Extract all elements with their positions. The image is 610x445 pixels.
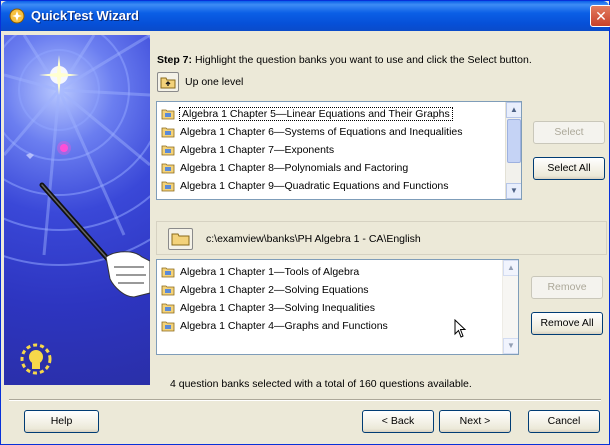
question-bank-icon (161, 145, 175, 156)
list-item[interactable]: Algebra 1 Chapter 4—Graphs and Functions (161, 318, 388, 334)
help-button[interactable]: Help (24, 410, 99, 433)
select-all-button[interactable]: Select All (533, 157, 605, 180)
browse-folder-button[interactable] (168, 228, 193, 250)
list-item-label: Algebra 1 Chapter 3—Solving Inequalities (180, 302, 375, 314)
close-icon[interactable]: ✕ (590, 5, 610, 27)
step-instruction: Step 7: Highlight the question banks you… (157, 54, 532, 66)
next-button[interactable]: Next > (439, 410, 511, 433)
list-item[interactable]: Algebra 1 Chapter 1—Tools of Algebra (161, 264, 359, 280)
selected-banks-list[interactable]: Algebra 1 Chapter 1—Tools of Algebra Alg… (156, 259, 519, 355)
question-bank-icon (161, 163, 175, 174)
list-item-label: Algebra 1 Chapter 4—Graphs and Functions (180, 320, 388, 332)
list-item[interactable]: Algebra 1 Chapter 5—Linear Equations and… (161, 106, 453, 122)
title-bar[interactable]: QuickTest Wizard ✕ (1, 1, 610, 31)
list-item[interactable]: Algebra 1 Chapter 9—Quadratic Equations … (161, 178, 449, 194)
available-banks-list[interactable]: Algebra 1 Chapter 5—Linear Equations and… (156, 101, 522, 200)
window-title: QuickTest Wizard (31, 8, 139, 23)
scroll-down-icon[interactable]: ▼ (506, 183, 521, 199)
list-item[interactable]: Algebra 1 Chapter 2—Solving Equations (161, 282, 369, 298)
list-item-label: Algebra 1 Chapter 9—Quadratic Equations … (180, 180, 449, 192)
folder-icon (171, 233, 190, 246)
list-item-label: Algebra 1 Chapter 5—Linear Equations and… (179, 107, 453, 121)
remove-all-button[interactable]: Remove All (531, 312, 603, 335)
scroll-down-icon[interactable]: ▼ (503, 338, 518, 354)
list-item[interactable]: Algebra 1 Chapter 6—Systems of Equations… (161, 124, 463, 140)
folder-up-icon (160, 77, 176, 89)
list-item[interactable]: Algebra 1 Chapter 7—Exponents (161, 142, 334, 158)
cancel-button[interactable]: Cancel (528, 410, 600, 433)
magic-wand-illustration (4, 35, 150, 375)
mouse-cursor-icon (454, 319, 467, 338)
list-item-label: Algebra 1 Chapter 2—Solving Equations (180, 284, 369, 296)
question-bank-icon (161, 181, 175, 192)
up-one-level-button[interactable] (157, 72, 179, 92)
step-instruction-text: Highlight the question banks you want to… (194, 54, 532, 66)
available-list-scrollbar[interactable]: ▲ ▼ (505, 102, 521, 199)
status-summary: 4 question banks selected with a total o… (170, 378, 472, 390)
list-item[interactable]: Algebra 1 Chapter 8—Polynomials and Fact… (161, 160, 408, 176)
back-button[interactable]: < Back (362, 410, 434, 433)
question-bank-icon (161, 109, 175, 120)
list-item[interactable]: Algebra 1 Chapter 3—Solving Inequalities (161, 300, 375, 316)
question-bank-icon (161, 267, 175, 278)
question-bank-icon (161, 127, 175, 138)
step-label: Step 7: (157, 54, 193, 66)
list-item-label: Algebra 1 Chapter 7—Exponents (180, 144, 335, 156)
wizard-app-icon (9, 8, 25, 24)
selected-list-scrollbar[interactable]: ▲ ▼ (502, 260, 518, 354)
quicktest-wizard-window: QuickTest Wizard ✕ Step 7: Highlight the… (0, 0, 610, 445)
wizard-illustration (4, 35, 150, 385)
footer-separator (9, 399, 601, 401)
scroll-up-icon[interactable]: ▲ (506, 102, 521, 118)
list-item-label: Algebra 1 Chapter 6—Systems of Equations… (180, 126, 463, 138)
scroll-up-icon[interactable]: ▲ (503, 260, 518, 276)
remove-button[interactable]: Remove (531, 276, 603, 299)
list-item-label: Algebra 1 Chapter 1—Tools of Algebra (180, 266, 360, 278)
list-item-label: Algebra 1 Chapter 8—Polynomials and Fact… (180, 162, 409, 174)
sparkle-icon (39, 55, 79, 95)
question-bank-icon (161, 285, 175, 296)
select-button[interactable]: Select (533, 121, 605, 144)
question-bank-icon (161, 303, 175, 314)
question-bank-icon (161, 321, 175, 332)
lightbulb-icon (20, 343, 52, 375)
current-path: c:\examview\banks\PH Algebra 1 - CA\Engl… (206, 233, 421, 245)
up-one-level-label: Up one level (185, 76, 244, 88)
scroll-thumb[interactable] (507, 119, 521, 163)
